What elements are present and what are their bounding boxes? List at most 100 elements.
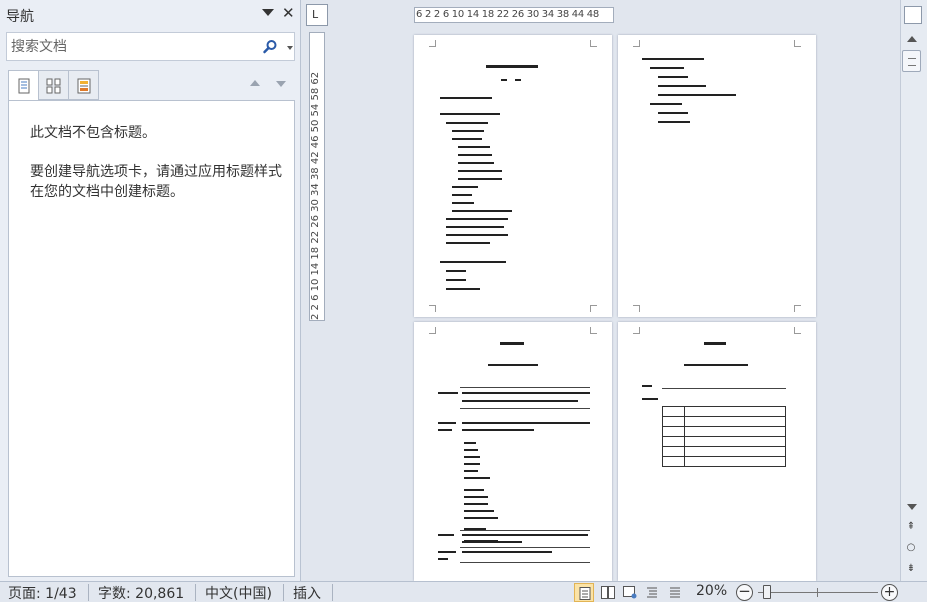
greeked-line	[464, 470, 478, 472]
greeked-line	[438, 558, 448, 560]
greeked-line	[464, 456, 480, 458]
greeked-line	[462, 541, 522, 543]
search-box[interactable]	[6, 32, 295, 61]
document-page-4[interactable]	[618, 322, 816, 581]
outline-icon	[647, 587, 657, 598]
greeked-line	[452, 138, 482, 140]
zoom-in-button[interactable]: +	[881, 584, 898, 601]
greeked-line	[446, 270, 466, 272]
greeked-line	[446, 226, 504, 228]
greeked-line	[438, 392, 458, 394]
greeked-line	[438, 422, 456, 424]
greeked-line	[438, 534, 454, 536]
greeked-line	[458, 178, 502, 180]
greeked-line	[464, 503, 488, 505]
greeked-line	[452, 202, 474, 204]
draft-icon	[670, 587, 680, 598]
vertical-scrollbar[interactable]	[900, 0, 927, 581]
divider	[88, 584, 89, 601]
greeked-chapter-heading	[704, 342, 726, 345]
crop-mark	[794, 327, 801, 334]
zoom-slider-thumb[interactable]	[763, 585, 771, 599]
tab-browse-headings[interactable]	[8, 70, 39, 101]
view-ruler-toggle-icon[interactable]	[904, 6, 922, 24]
greeked-line	[458, 162, 494, 164]
crop-mark	[590, 40, 597, 47]
greeked-line	[452, 130, 484, 132]
previous-page-icon[interactable]: ⇞	[904, 521, 918, 533]
document-page-2[interactable]	[618, 35, 816, 317]
greeked-line	[642, 385, 652, 387]
tab-stop-selector[interactable]: L	[306, 4, 328, 26]
greeked-title	[684, 364, 748, 366]
vertical-ruler-ticks: 2 2 6 10 14 18 22 26 30 34 38 42 46 50 5…	[310, 71, 321, 320]
divider	[195, 584, 196, 601]
zoom-slider[interactable]	[758, 592, 878, 593]
table-rule	[460, 547, 590, 548]
greeked-line	[462, 400, 578, 402]
word-count[interactable]: 字数: 20,861	[98, 583, 184, 602]
create-headings-help-text: 要创建导航选项卡，请通过应用标题样式在您的文档中创建标题。	[30, 164, 282, 200]
crop-mark	[590, 327, 597, 334]
vertical-ruler[interactable]: 2 2 6 10 14 18 22 26 30 34 38 42 46 50 5…	[309, 32, 325, 321]
table-rule	[460, 562, 590, 563]
scroll-up-arrow-icon[interactable]	[907, 36, 917, 42]
full-screen-reading-view-button[interactable]	[597, 583, 617, 602]
insert-mode-indicator[interactable]: 插入	[293, 583, 321, 602]
headings-icon	[18, 78, 30, 94]
next-result-arrow-icon[interactable]	[276, 81, 286, 87]
print-layout-view-button[interactable]	[574, 583, 594, 602]
greeked-line	[446, 218, 508, 220]
document-page-3[interactable]	[414, 322, 612, 581]
search-options-chevron-icon[interactable]	[287, 46, 293, 50]
scroll-down-arrow-icon[interactable]	[907, 504, 917, 510]
greeked-line	[446, 279, 466, 281]
navigation-pane: 导航 ✕ 此文	[0, 0, 301, 581]
divider	[283, 584, 284, 601]
zoom-out-button[interactable]: −	[736, 584, 753, 601]
language-indicator[interactable]: 中文(中国)	[205, 583, 272, 602]
web-layout-view-button[interactable]	[619, 583, 639, 602]
table-rule	[460, 408, 590, 409]
previous-result-arrow-icon[interactable]	[250, 80, 260, 86]
table-rule	[662, 388, 786, 389]
select-browse-object-icon[interactable]: ○	[904, 542, 918, 554]
crop-mark	[590, 305, 597, 312]
table-rule	[460, 387, 590, 388]
greeked-line	[462, 392, 590, 394]
horizontal-ruler[interactable]: 6 2 2 6 10 14 18 22 26 30 34 38 44 48	[414, 7, 614, 23]
outline-view-button[interactable]	[642, 583, 662, 602]
greeked-line	[458, 146, 490, 148]
no-headings-message: 此文档不包含标题。	[30, 125, 156, 141]
search-input[interactable]	[7, 33, 257, 60]
greeked-line	[658, 121, 690, 123]
greeked-title	[486, 65, 538, 68]
divider	[332, 584, 333, 601]
crop-mark	[633, 40, 640, 47]
greeked-line	[462, 534, 588, 536]
greeked-line	[642, 398, 658, 400]
document-page-1[interactable]	[414, 35, 612, 317]
zoom-level-label[interactable]: 20%	[696, 583, 727, 599]
nav-pane-close-icon[interactable]: ✕	[282, 4, 295, 22]
greeked-line	[458, 154, 492, 156]
tab-stop-label: L	[312, 8, 319, 21]
greeked-line	[440, 113, 500, 115]
crop-mark	[794, 40, 801, 47]
web-layout-icon	[623, 586, 637, 599]
greeked-chapter-heading	[500, 342, 524, 345]
greeked-line	[464, 442, 476, 444]
draft-view-button[interactable]	[665, 583, 685, 602]
page-count[interactable]: 页面: 1/43	[8, 583, 77, 602]
greeked-line	[452, 210, 512, 212]
tab-browse-results[interactable]	[68, 70, 99, 100]
greeked-line	[658, 94, 736, 96]
greeked-line	[501, 79, 507, 81]
reading-view-icon	[601, 586, 615, 599]
tab-browse-pages[interactable]	[38, 70, 69, 100]
nav-pane-options-chevron-icon[interactable]	[262, 9, 274, 16]
search-icon[interactable]	[262, 39, 278, 55]
next-page-icon[interactable]: ⇟	[904, 563, 918, 575]
scrollbar-thumb[interactable]	[902, 50, 921, 72]
greeked-line	[658, 85, 706, 87]
